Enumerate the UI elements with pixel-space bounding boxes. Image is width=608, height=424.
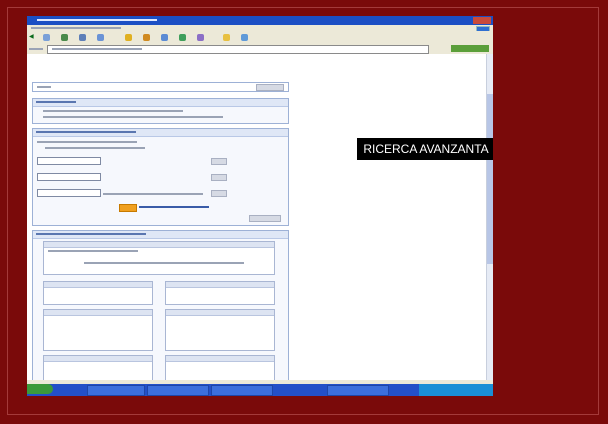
- taskbar-item[interactable]: [87, 385, 145, 396]
- top-button[interactable]: [256, 84, 284, 91]
- taskbar-item[interactable]: [211, 385, 273, 396]
- browser-screenshot: ◀ RICERCA AVANZANTA: [27, 16, 493, 396]
- address-field[interactable]: [47, 45, 429, 54]
- caption-label: RICERCA AVANZANTA: [357, 138, 493, 160]
- search-field-2[interactable]: [37, 173, 101, 181]
- back-arrow-icon[interactable]: ◀: [29, 33, 34, 40]
- window-titlebar: [27, 16, 493, 25]
- vertical-scrollbar[interactable]: [486, 54, 493, 380]
- field-button-2[interactable]: [211, 174, 227, 181]
- search-links[interactable]: [139, 206, 209, 208]
- toolbar-icon[interactable]: [61, 34, 68, 41]
- taskbar-item[interactable]: [327, 385, 389, 396]
- toolbar-icon[interactable]: [161, 34, 168, 41]
- advanced-search-panel: [32, 128, 289, 226]
- search-bar-row: [32, 82, 289, 92]
- toolbar-icon[interactable]: [223, 34, 230, 41]
- filter-list-1[interactable]: [43, 281, 153, 305]
- toolbar-icon[interactable]: [143, 34, 150, 41]
- system-tray: [419, 384, 493, 396]
- toolbar-icon[interactable]: [79, 34, 86, 41]
- filter-list-4[interactable]: [165, 309, 275, 351]
- go-button[interactable]: [451, 45, 489, 52]
- field-button-3[interactable]: [211, 190, 227, 197]
- taskbar: [27, 380, 493, 396]
- taskbar-item[interactable]: [147, 385, 209, 396]
- search-field-1[interactable]: [37, 157, 101, 165]
- toolbar-icon[interactable]: [125, 34, 132, 41]
- filter-list-3[interactable]: [43, 309, 153, 351]
- window-controls[interactable]: [473, 17, 491, 24]
- start-icon[interactable]: [27, 384, 53, 394]
- toolbar-icon[interactable]: [43, 34, 50, 41]
- field-button-1[interactable]: [211, 158, 227, 165]
- filter-options-box: [43, 241, 275, 275]
- address-label: [29, 48, 43, 50]
- toolbar: ◀: [27, 31, 493, 45]
- scrollbar-thumb[interactable]: [487, 94, 493, 264]
- filter-list-5[interactable]: [43, 355, 153, 383]
- filter-list-2[interactable]: [165, 281, 275, 305]
- toolbar-icon[interactable]: [179, 34, 186, 41]
- toolbar-icon[interactable]: [241, 34, 248, 41]
- filter-list-6[interactable]: [165, 355, 275, 383]
- search-field-3[interactable]: [37, 189, 101, 197]
- filters-panel: [32, 230, 289, 383]
- menu-items[interactable]: [31, 27, 121, 29]
- toolbar-icon[interactable]: [197, 34, 204, 41]
- toolbar-icon[interactable]: [97, 34, 104, 41]
- web-page: [27, 54, 487, 383]
- search-submit-button[interactable]: [119, 204, 137, 212]
- window-title-text: [37, 19, 157, 21]
- info-panel: [32, 98, 289, 124]
- reset-button[interactable]: [249, 215, 281, 222]
